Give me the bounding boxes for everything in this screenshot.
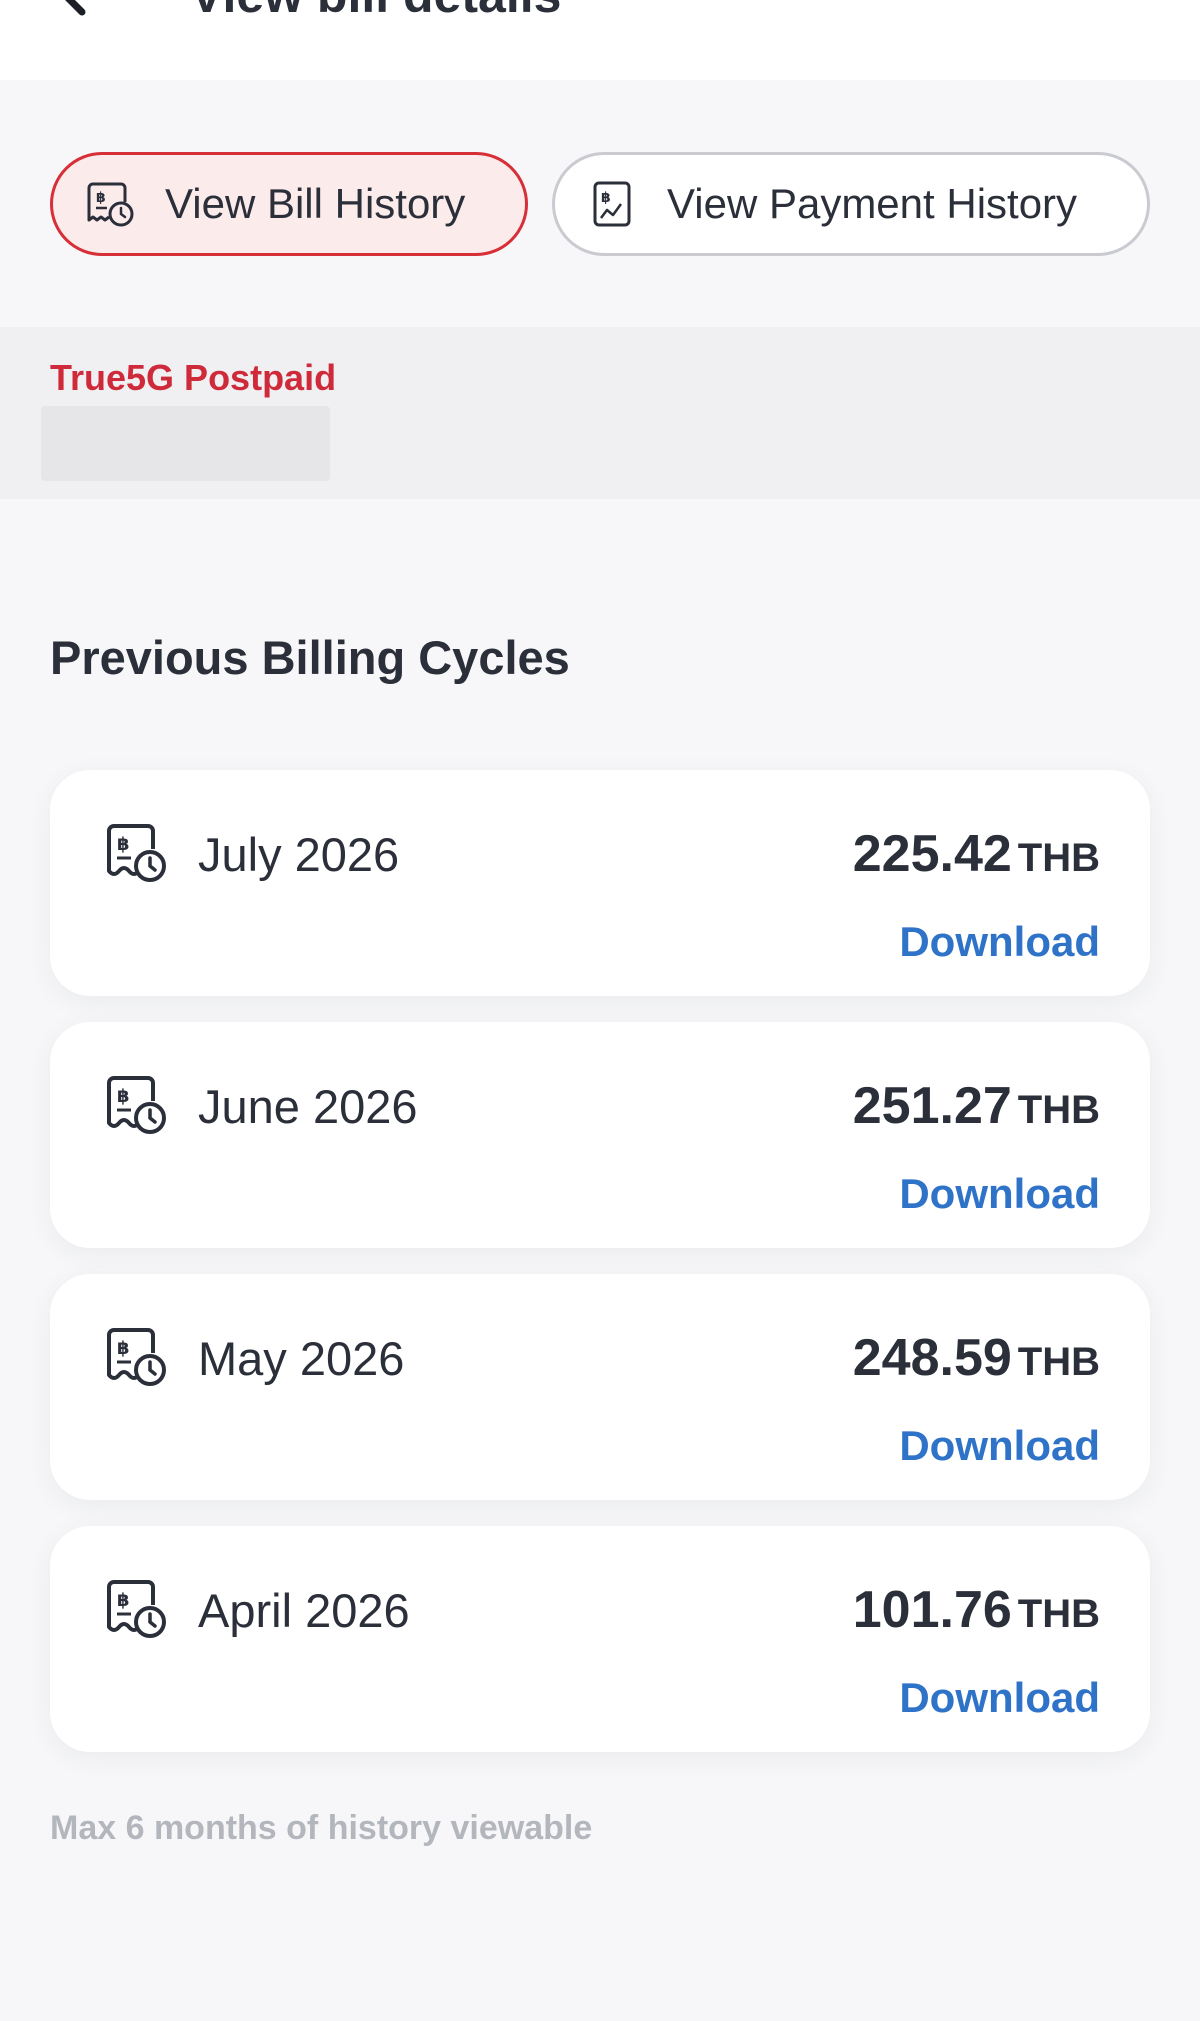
bill-amount: 248.59 THB <box>853 1328 1100 1388</box>
view-bill-history-button[interactable]: ฿ View Bill History <box>50 152 528 256</box>
bill-card: ฿ June 2026 251.27 THB Download <box>50 1022 1150 1248</box>
bill-card: ฿ May 2026 248.59 THB Download <box>50 1274 1150 1500</box>
bill-clock-icon: ฿ <box>107 824 166 882</box>
bill-currency: THB <box>1017 1592 1100 1636</box>
bill-amount: 251.27 THB <box>853 1076 1100 1136</box>
bill-card: ฿ July 2026 225.42 THB Download <box>50 770 1150 996</box>
header: View bill details <box>0 0 1200 80</box>
view-payment-history-label: View Payment History <box>667 180 1078 227</box>
plan-name: True5G Postpaid <box>50 357 337 398</box>
bill-amount-value: 248.59 <box>852 1329 1012 1387</box>
app-screen: View bill details ฿ View Bill History <box>0 0 1200 2021</box>
receipt-baht-icon: ฿ <box>587 178 639 230</box>
svg-text:฿: ฿ <box>96 190 106 206</box>
view-payment-history-button[interactable]: ฿ View Payment History <box>552 152 1150 256</box>
bill-clock-icon: ฿ <box>107 1580 166 1638</box>
download-link[interactable]: Download <box>899 918 1100 966</box>
bill-month: May 2026 <box>198 1332 405 1385</box>
history-limit-note: Max 6 months of history viewable <box>50 1809 593 1847</box>
bill-amount: 225.42 THB <box>853 824 1100 884</box>
chevron-left-icon <box>65 0 86 16</box>
svg-text:฿: ฿ <box>117 1086 130 1107</box>
section-title: Previous Billing Cycles <box>50 631 570 684</box>
bill-clock-icon: ฿ <box>85 178 137 230</box>
view-bill-history-label: View Bill History <box>165 180 466 227</box>
bill-month: July 2026 <box>198 828 400 881</box>
svg-text:฿: ฿ <box>117 1590 130 1611</box>
download-link[interactable]: Download <box>899 1170 1100 1218</box>
bill-amount: 101.76 THB <box>853 1580 1100 1640</box>
bill-card: ฿ April 2026 101.76 THB Download <box>50 1526 1150 1752</box>
history-toggle: ฿ View Bill History ฿ View Payment Histo… <box>50 152 1150 256</box>
bill-month: June 2026 <box>198 1080 418 1133</box>
bill-amount-value: 251.27 <box>852 1077 1012 1135</box>
bill-clock-icon: ฿ <box>107 1328 166 1386</box>
svg-text:฿: ฿ <box>601 190 611 206</box>
masked-phone-number <box>41 406 330 481</box>
back-button[interactable] <box>40 0 100 20</box>
bill-month: April 2026 <box>198 1584 410 1637</box>
bill-currency: THB <box>1017 836 1100 880</box>
bill-amount-value: 101.76 <box>852 1581 1012 1639</box>
svg-text:฿: ฿ <box>117 834 130 855</box>
bill-clock-icon: ฿ <box>107 1076 166 1134</box>
download-link[interactable]: Download <box>899 1422 1100 1470</box>
page-title: View bill details <box>190 0 561 24</box>
bill-currency: THB <box>1017 1340 1100 1384</box>
account-info: True5G Postpaid <box>0 327 1200 499</box>
bill-amount-value: 225.42 <box>852 825 1012 883</box>
download-link[interactable]: Download <box>899 1674 1100 1722</box>
bill-currency: THB <box>1017 1088 1100 1132</box>
svg-text:฿: ฿ <box>117 1338 130 1359</box>
